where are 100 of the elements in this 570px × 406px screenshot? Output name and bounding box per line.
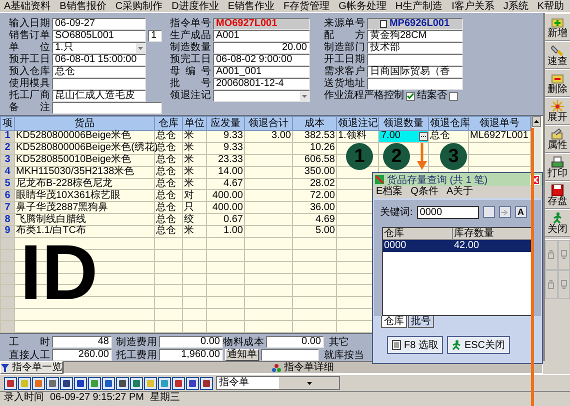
- toolbar-button[interactable]: [158, 376, 171, 390]
- number-field[interactable]: 1,960.00: [159, 348, 223, 360]
- print-button[interactable]: 打印: [545, 153, 570, 181]
- menu-item[interactable]: F存货管理: [283, 0, 330, 12]
- text-field[interactable]: [367, 78, 463, 90]
- letter-button[interactable]: A: [514, 206, 527, 218]
- toolbar-button[interactable]: [144, 376, 157, 390]
- text-field[interactable]: 1: [148, 30, 162, 42]
- toolbar-button[interactable]: [88, 376, 101, 390]
- toolbar-button[interactable]: [172, 376, 185, 390]
- menu-item[interactable]: G帐务处理: [338, 0, 386, 12]
- number-field[interactable]: 48: [52, 336, 112, 348]
- number-field[interactable]: 20.00: [213, 42, 310, 54]
- menu-item[interactable]: C采购制作: [115, 0, 163, 12]
- column-header[interactable]: 单位: [182, 116, 206, 131]
- number-field[interactable]: 260.00: [52, 348, 112, 360]
- select-button[interactable]: F8 选取: [387, 336, 444, 354]
- menu-item[interactable]: H生产制造: [395, 0, 443, 12]
- menu-item[interactable]: A关于: [446, 186, 474, 198]
- text-field[interactable]: A001: [213, 30, 310, 42]
- column-header[interactable]: 仓库: [154, 116, 182, 131]
- toolbar-button[interactable]: [32, 376, 45, 390]
- column-header[interactable]: 库存数量: [453, 228, 532, 240]
- toolbar-button[interactable]: [4, 376, 17, 390]
- printer-icon: [551, 156, 564, 168]
- menu-item[interactable]: A基础资料: [4, 0, 51, 12]
- text-field[interactable]: [52, 78, 146, 90]
- toolbar-button[interactable]: [116, 376, 129, 390]
- menu-item[interactable]: K帮助: [537, 0, 564, 12]
- caret-icon: [306, 382, 312, 384]
- column-header[interactable]: 仓库: [383, 228, 453, 240]
- toolbar-button[interactable]: [74, 376, 87, 390]
- column-header[interactable]: 领退注记: [336, 116, 378, 131]
- menu-item[interactable]: E档案: [376, 186, 403, 198]
- new-button[interactable]: 新增: [545, 13, 570, 41]
- dropdown-field[interactable]: [213, 90, 310, 102]
- notice-button[interactable]: 通知单: [225, 348, 259, 360]
- list-row[interactable]: 0000 42.00: [383, 240, 532, 252]
- column-header[interactable]: 货品: [14, 116, 154, 131]
- text-field[interactable]: A001_001: [213, 66, 310, 78]
- table-cell: 米: [182, 154, 206, 166]
- text-field[interactable]: 06-08-01 15:00:00: [52, 54, 146, 66]
- column-header[interactable]: 领退仓库: [428, 116, 468, 131]
- text-field[interactable]: 20060801-12-4: [213, 78, 310, 90]
- save-button[interactable]: 存盘: [545, 181, 570, 209]
- text-field[interactable]: 黄金狗28CM: [367, 30, 463, 42]
- search-button[interactable]: [482, 206, 495, 218]
- close-button[interactable]: ESC关闭: [447, 336, 510, 354]
- text-field[interactable]: 技术部: [367, 42, 463, 54]
- number-field[interactable]: 0.00: [266, 336, 324, 348]
- menu-item[interactable]: Q条件: [410, 186, 438, 198]
- text-field[interactable]: 06-09-27: [52, 18, 146, 30]
- field-label: 预开工日: [9, 54, 50, 66]
- text-field[interactable]: 昆山仁成人造毛皮: [52, 90, 146, 102]
- column-header[interactable]: 领退单号: [468, 116, 530, 131]
- checkbox-label: 作业流程严格控制: [324, 90, 404, 102]
- delete-button[interactable]: 删除: [545, 69, 570, 97]
- properties-button[interactable]: 属性: [545, 125, 570, 153]
- scroll-up-icon[interactable]: [534, 120, 539, 123]
- toolbar-button[interactable]: [200, 376, 213, 390]
- row-number: 1: [0, 130, 14, 142]
- keyword-field[interactable]: 0000: [416, 206, 479, 218]
- menu-item[interactable]: E销售作业: [228, 0, 274, 12]
- checkbox[interactable]: [406, 92, 415, 100]
- column-header[interactable]: 应发量: [206, 116, 244, 131]
- dropdown-field[interactable]: 1.只: [52, 42, 146, 54]
- toolbar-button[interactable]: [18, 376, 31, 390]
- text-field[interactable]: SO6805L001: [52, 30, 146, 42]
- text-field[interactable]: 06-08-02 9:00:00: [213, 54, 310, 66]
- column-header[interactable]: 项: [0, 116, 14, 131]
- text-field[interactable]: [367, 54, 463, 66]
- tab[interactable]: 批号: [408, 316, 434, 328]
- text-field[interactable]: 总仓: [52, 66, 146, 78]
- toolbar-button[interactable]: [46, 376, 59, 390]
- arrow-button[interactable]: [498, 206, 511, 218]
- menu-item[interactable]: I客户关系: [452, 0, 494, 12]
- menu-item[interactable]: J系统: [503, 0, 528, 12]
- view-tab[interactable]: 指令单一览: [0, 361, 63, 374]
- column-header[interactable]: 成本: [292, 116, 336, 131]
- column-header[interactable]: 领退合计: [244, 116, 292, 131]
- checkbox[interactable]: [449, 92, 458, 100]
- column-header[interactable]: 领退数量: [378, 116, 428, 131]
- toolbar-button[interactable]: [102, 376, 115, 390]
- menu-item[interactable]: B销售报价: [60, 0, 106, 12]
- text-field[interactable]: 日商国际贸易（香: [367, 66, 463, 78]
- tab[interactable]: 仓库: [381, 316, 407, 328]
- toolbar-button[interactable]: [186, 376, 199, 390]
- text-field[interactable]: [52, 102, 162, 114]
- quick-search-button[interactable]: 速查: [545, 41, 570, 69]
- expand-button[interactable]: 展开: [545, 97, 570, 125]
- text-field[interactable]: [261, 348, 319, 360]
- menu-item[interactable]: D进度作业: [172, 0, 219, 12]
- table-cell: 28.02: [292, 178, 336, 190]
- editing-cell[interactable]: 7.00: [378, 130, 428, 142]
- number-field[interactable]: 0.00: [159, 336, 223, 348]
- close-button[interactable]: 关闭: [545, 209, 570, 237]
- toolbar-button[interactable]: [60, 376, 73, 390]
- module-dropdown[interactable]: 指令单: [216, 376, 340, 390]
- table-cell: 尼龙布B-228棕色尼龙: [14, 178, 154, 190]
- toolbar-button[interactable]: [130, 376, 143, 390]
